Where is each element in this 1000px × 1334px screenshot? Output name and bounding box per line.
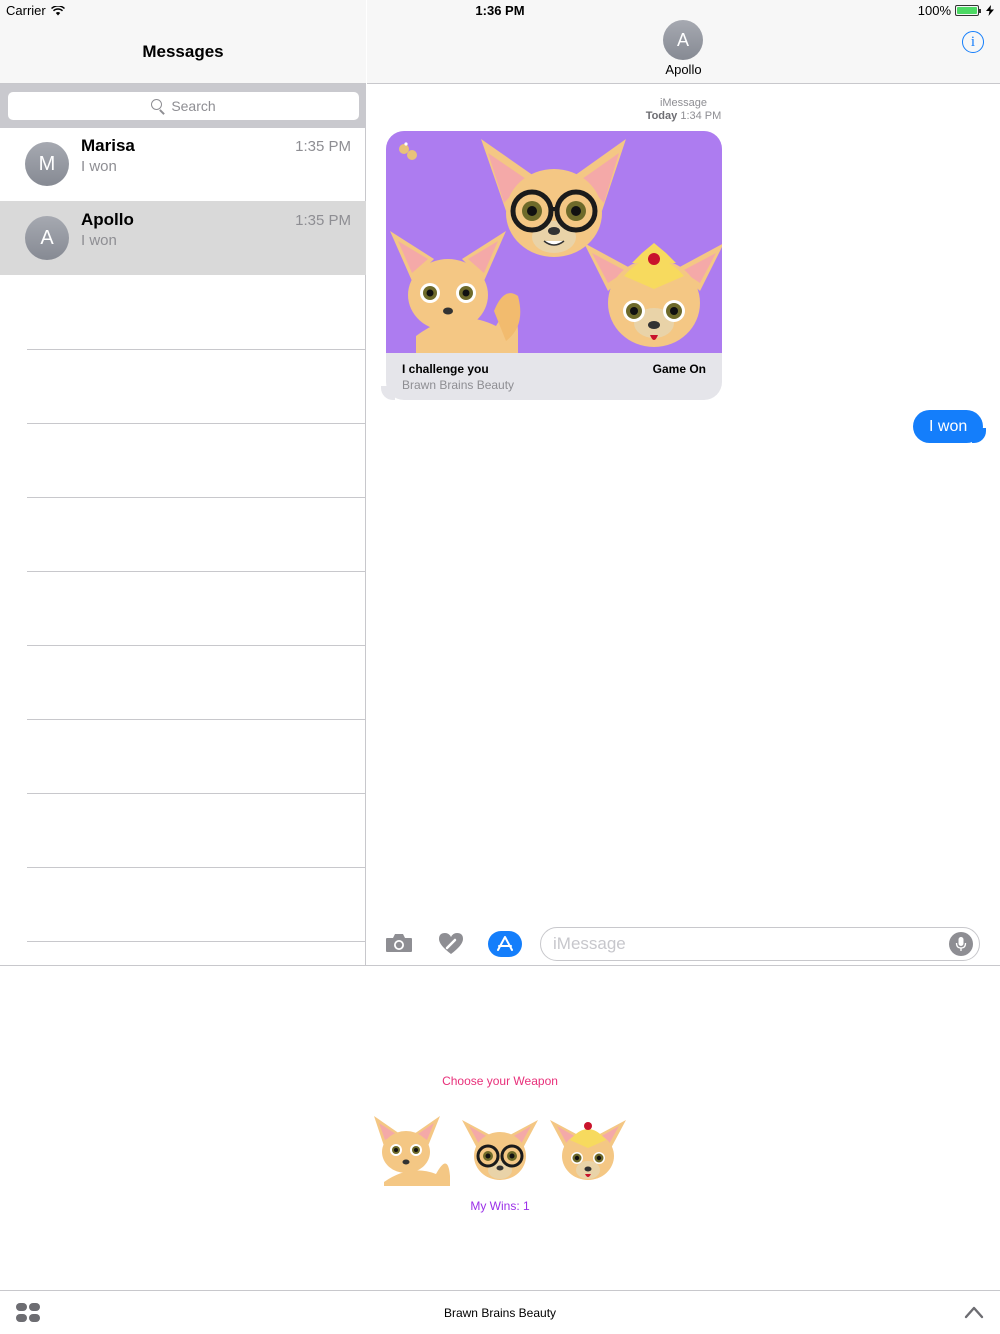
game-message-card[interactable]: I challenge you Brawn Brains Beauty Game… — [386, 131, 722, 400]
service-label: iMessage — [659, 97, 708, 109]
status-bar: Carrier 1:36 PM 100% — [0, 0, 1000, 20]
beauty-chihuahua-icon[interactable] — [548, 1112, 628, 1186]
conversation-time: 1:35 PM — [295, 212, 351, 229]
contact-avatar[interactable]: A — [663, 20, 703, 60]
conversation-item-marisa[interactable]: M Marisa I won 1:35 PM — [0, 127, 366, 201]
conversation-name: Apollo — [81, 210, 134, 229]
search-icon — [151, 99, 165, 113]
conversation-item-apollo[interactable]: A Apollo I won 1:35 PM — [0, 201, 366, 275]
outgoing-message-bubble[interactable]: I won — [913, 410, 984, 443]
list-separator — [27, 867, 366, 868]
beauty-chihuahua-icon — [584, 243, 722, 347]
list-separator — [27, 497, 366, 498]
status-time: 1:36 PM — [475, 3, 525, 18]
timestamp-day: Today — [645, 110, 678, 122]
app-logo-icon — [399, 142, 417, 160]
sidebar-title: Messages — [142, 42, 224, 61]
card-subtitle: Brawn Brains Beauty — [402, 378, 515, 392]
list-separator — [27, 423, 366, 424]
avatar: M — [25, 142, 69, 186]
list-separator — [27, 645, 366, 646]
conversation-time: 1:35 PM — [295, 138, 351, 155]
app-store-icon[interactable] — [488, 931, 522, 957]
battery-icon — [955, 5, 981, 16]
keyboard-divider — [0, 965, 1000, 966]
app-drawer-bar: Brawn Brains Beauty — [0, 1290, 1000, 1334]
status-right: 100% — [918, 3, 994, 18]
contact-name[interactable]: Apollo — [367, 62, 1000, 77]
conversation-preview: I won — [81, 232, 117, 249]
search-input[interactable]: Search — [8, 92, 359, 120]
brawn-chihuahua-icon — [390, 231, 521, 353]
brains-chihuahua-icon — [481, 139, 626, 257]
timestamp-label: Today 1:34 PM — [367, 110, 1000, 122]
wins-counter: My Wins: 1 — [470, 1199, 530, 1213]
chihuahua-illustration — [390, 139, 722, 353]
conversation-list-pane: Messages Search M Marisa I won 1:35 PM A… — [0, 0, 366, 965]
list-separator — [27, 793, 366, 794]
digital-touch-icon[interactable] — [437, 932, 465, 956]
extension-app-name: Brawn Brains Beauty — [443, 1306, 557, 1320]
weapon-heading: Choose your Weapon — [442, 1074, 558, 1088]
card-title: I challenge you — [402, 362, 489, 376]
search-placeholder: Search — [171, 98, 216, 114]
chevron-up-icon[interactable] — [964, 1305, 984, 1319]
list-separator — [27, 719, 366, 720]
brawn-chihuahua-icon[interactable] — [370, 1112, 450, 1186]
list-separator — [27, 571, 366, 572]
list-separator — [27, 349, 366, 350]
microphone-icon[interactable] — [949, 932, 973, 956]
brains-chihuahua-icon[interactable] — [460, 1112, 540, 1186]
battery-percent: 100% — [917, 3, 951, 18]
info-icon[interactable]: i — [962, 31, 984, 53]
conversation-name: Marisa — [81, 136, 135, 155]
card-image — [386, 131, 722, 353]
search-bar: Search — [0, 84, 366, 128]
weapon-picker — [370, 1112, 630, 1186]
timestamp-time: 1:34 PM — [680, 110, 722, 122]
conversation-preview: I won — [81, 158, 117, 175]
message-input[interactable]: iMessage — [540, 927, 980, 961]
list-separator — [27, 941, 366, 942]
avatar: A — [25, 216, 69, 260]
charging-icon — [986, 5, 994, 16]
compose-bar: iMessage — [367, 920, 1000, 965]
camera-icon[interactable] — [385, 933, 413, 953]
card-action: Game On — [652, 362, 706, 376]
card-caption: I challenge you Brawn Brains Beauty — [402, 362, 514, 392]
